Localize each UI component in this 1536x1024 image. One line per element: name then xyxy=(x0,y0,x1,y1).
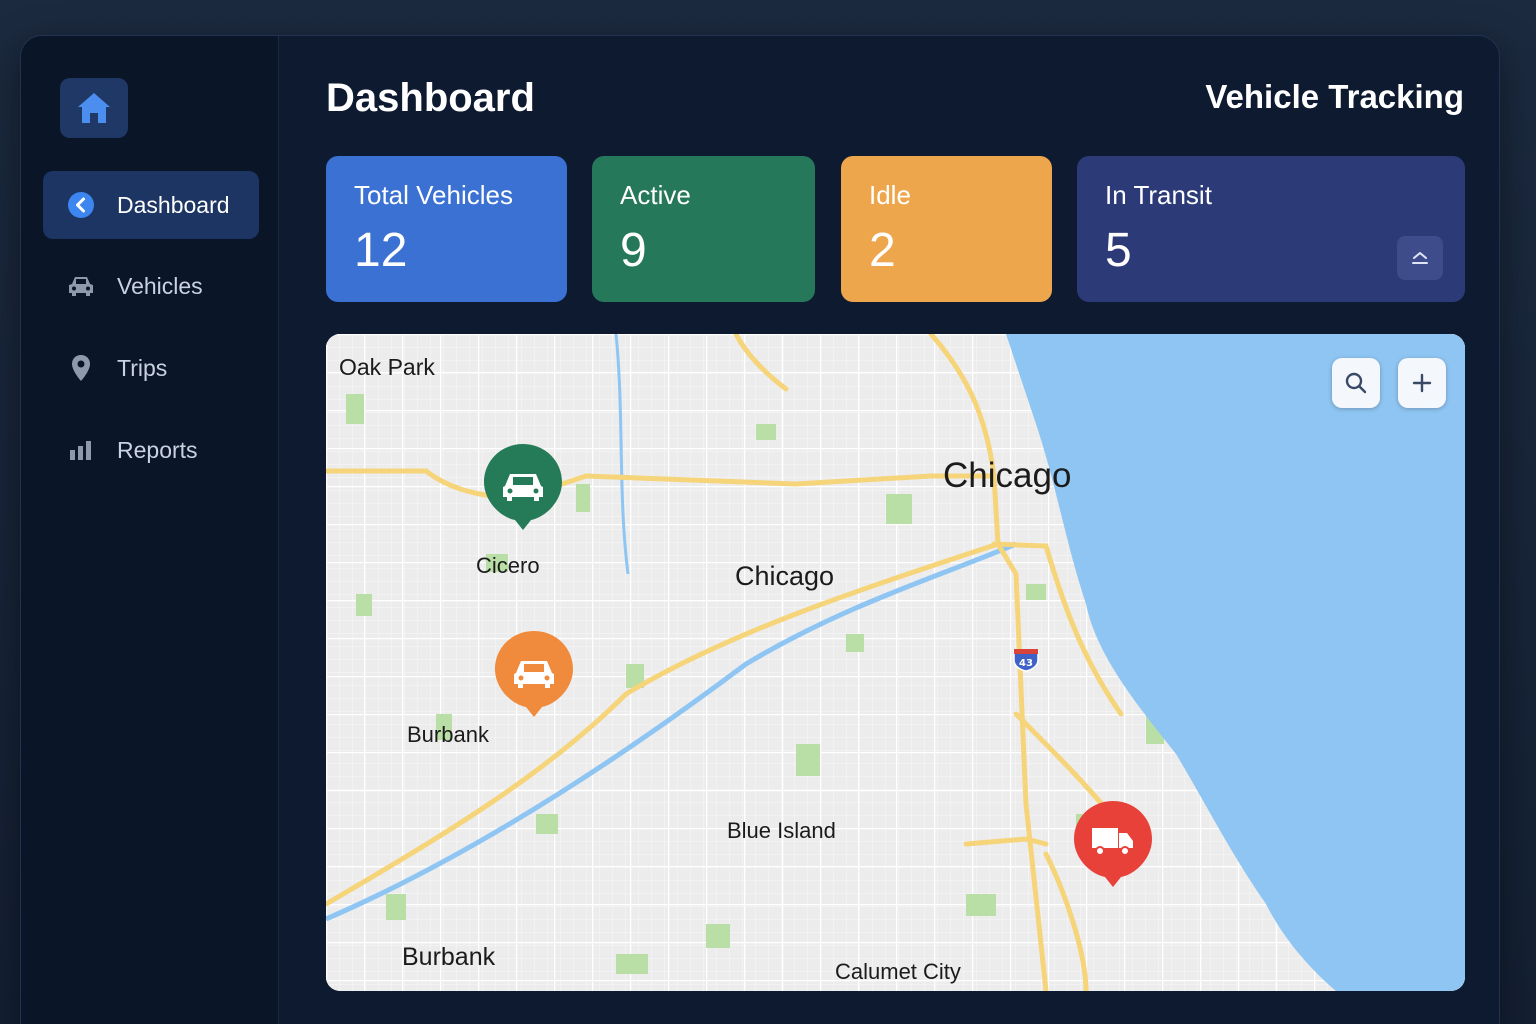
stat-value: 2 xyxy=(869,224,896,277)
truck-icon xyxy=(1074,801,1152,887)
car-icon xyxy=(495,631,573,717)
stat-label: Active xyxy=(620,180,691,210)
stat-card-active[interactable]: Active 9 xyxy=(592,156,815,302)
sidebar-item-label: Vehicles xyxy=(117,272,203,299)
stat-card-idle[interactable]: Idle 2 xyxy=(841,156,1052,302)
map-search-button[interactable] xyxy=(1332,358,1380,408)
sidebar-item-trips[interactable]: Trips xyxy=(43,334,259,402)
map-label-calumet-city: Calumet City xyxy=(835,959,961,984)
app-window: Dashboard Vehicles Trips Reports Dashboa… xyxy=(20,35,1500,1024)
stat-label: Idle xyxy=(869,180,911,210)
app-title: Vehicle Tracking xyxy=(1205,78,1464,115)
map-label-oak-park: Oak Park xyxy=(339,354,435,380)
vehicle-marker-active[interactable] xyxy=(483,442,563,534)
page-title: Dashboard xyxy=(326,76,535,120)
map-label-blue-island: Blue Island xyxy=(727,818,836,843)
stat-label: In Transit xyxy=(1105,180,1212,210)
stat-card-in-transit[interactable]: In Transit 5 xyxy=(1077,156,1465,302)
car-icon xyxy=(484,444,562,530)
expand-button[interactable] xyxy=(1397,236,1443,280)
chevron-up-icon xyxy=(1412,252,1428,264)
stat-value: 5 xyxy=(1105,224,1132,277)
map-label-cicero: Cicero xyxy=(476,553,540,578)
stat-card-total-vehicles[interactable]: Total Vehicles 12 xyxy=(326,156,567,302)
sidebar-item-reports[interactable]: Reports xyxy=(43,416,259,484)
location-pin-icon xyxy=(67,354,95,382)
sidebar-item-label: Dashboard xyxy=(117,191,230,218)
chevron-left-circle-icon xyxy=(67,191,95,219)
stat-value: 9 xyxy=(620,224,647,277)
sidebar: Dashboard Vehicles Trips Reports xyxy=(21,36,279,1024)
home-button[interactable] xyxy=(60,78,128,138)
interstate-shield-icon: 43 xyxy=(1013,649,1039,672)
vehicle-marker-idle[interactable] xyxy=(494,629,574,721)
sidebar-item-label: Trips xyxy=(117,354,168,381)
home-icon xyxy=(78,93,110,123)
vehicle-marker-in-transit[interactable] xyxy=(1073,799,1153,891)
map-zoom-in-button[interactable] xyxy=(1398,358,1446,408)
map-label-burbank: Burbank xyxy=(407,722,489,747)
sidebar-item-vehicles[interactable]: Vehicles xyxy=(43,252,259,320)
stat-label: Total Vehicles xyxy=(354,180,513,210)
shield-number: 43 xyxy=(1019,658,1033,669)
sidebar-item-dashboard[interactable]: Dashboard xyxy=(43,171,259,239)
car-icon xyxy=(67,272,95,300)
bar-chart-icon xyxy=(67,436,95,464)
map-label-chicago-main: Chicago xyxy=(943,456,1072,495)
plus-icon xyxy=(1412,373,1432,393)
search-icon xyxy=(1345,372,1367,394)
stat-value: 12 xyxy=(354,224,408,277)
map-label-burbank-south: Burbank xyxy=(402,943,496,971)
map-view[interactable]: Oak Park Chicago Cicero Chicago Burbank … xyxy=(326,334,1465,991)
map-label-chicago: Chicago xyxy=(735,561,835,591)
sidebar-item-label: Reports xyxy=(117,436,198,463)
main-content: Dashboard Vehicle Tracking Total Vehicle… xyxy=(279,36,1499,1024)
